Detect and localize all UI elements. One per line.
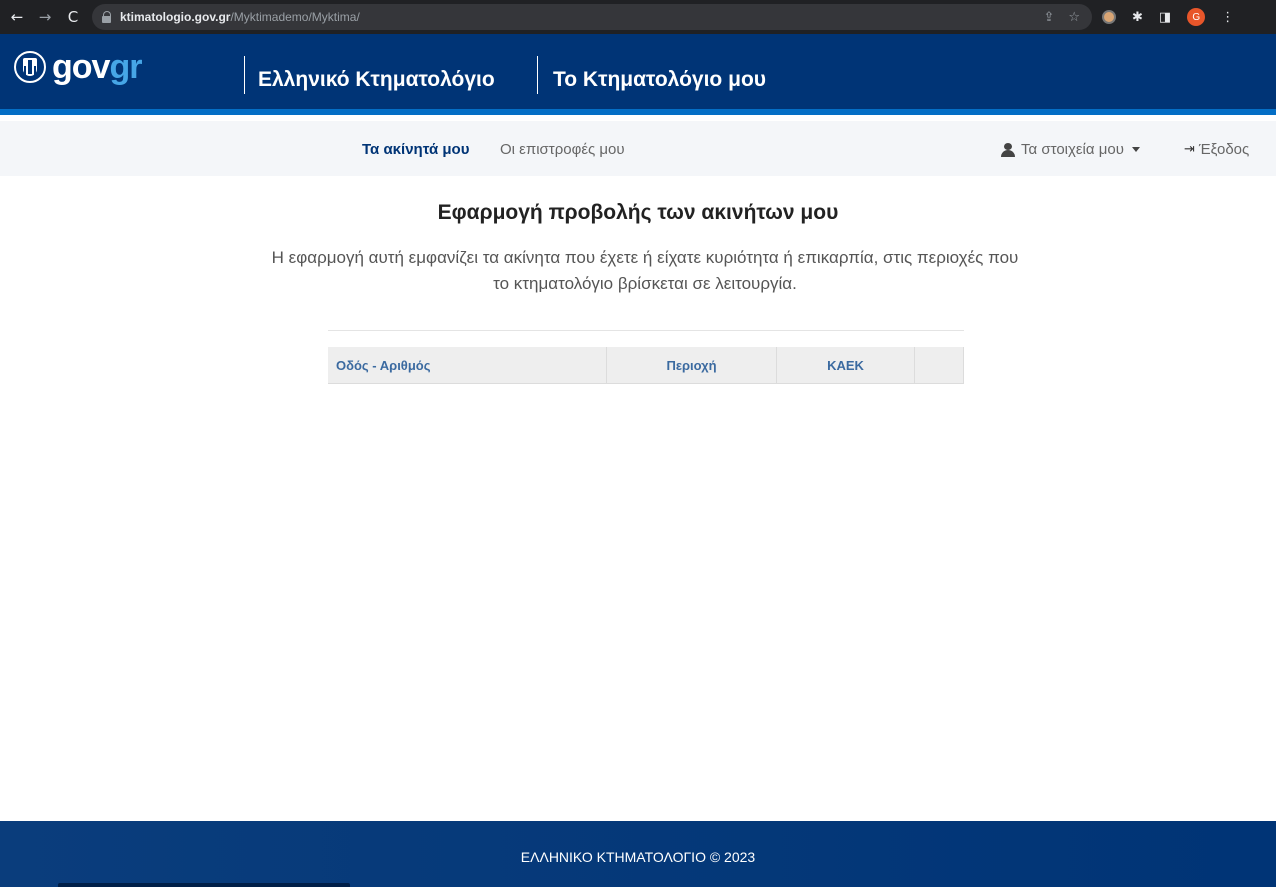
header-divider [537, 56, 538, 94]
url-text[interactable]: ktimatologio.gov.gr/Myktimademo/Myktima/ [120, 10, 360, 24]
logout-link[interactable]: ⇥ Έξοδος [1184, 141, 1249, 158]
intro-text: Η εφαρμογή αυτή εμφανίζει τα ακίνητα που… [271, 248, 1019, 293]
bookmark-star-icon[interactable]: ☆ [1068, 10, 1080, 25]
logout-label: Έξοδος [1198, 141, 1250, 158]
properties-table: Οδός - Αριθμός Περιοχή ΚΑΕΚ [328, 330, 964, 384]
back-arrow-icon: ← [10, 8, 24, 26]
my-details-dropdown[interactable]: Τα στοιχεία μου [1000, 141, 1140, 158]
reload-icon: C [67, 8, 79, 26]
lock-icon[interactable] [102, 11, 112, 23]
site-footer: ΕΛΛΗΝΙΚΟ ΚΤΗΜΑΤΟΛΟΓΙΟ © 2023 [0, 821, 1276, 887]
header-divider [244, 56, 245, 94]
user-icon [1000, 142, 1016, 157]
back-button[interactable]: ← [6, 6, 28, 28]
secondary-nav: Τα ακίνητά μου Οι επιστροφές μου Τα στοι… [0, 121, 1276, 176]
footer-copyright: ΕΛΛΗΝΙΚΟ ΚΤΗΜΑΤΟΛΟΓΙΟ © 2023 [520, 849, 756, 865]
site-title[interactable]: Ελληνικό Κτηματολόγιο [258, 68, 495, 92]
column-header-actions [915, 347, 964, 383]
browser-toolbar: ← → C ktimatologio.gov.gr/Myktimademo/My… [0, 0, 1276, 34]
coat-of-arms-icon [14, 51, 46, 83]
app-title[interactable]: Το Κτηματολόγιο μου [553, 68, 766, 92]
govgr-wordmark: govgr [52, 48, 142, 86]
caret-down-icon [1131, 147, 1140, 152]
browser-menu-icon[interactable]: ⋮ [1221, 10, 1234, 25]
address-bar[interactable]: ktimatologio.gov.gr/Myktimademo/Myktima/… [92, 4, 1092, 30]
table-header-row: Οδός - Αριθμός Περιοχή ΚΑΕΚ [328, 347, 964, 384]
extension-icon[interactable] [1102, 10, 1116, 24]
profile-avatar[interactable]: G [1187, 8, 1206, 26]
tab-my-properties[interactable]: Τα ακίνητά μου [362, 141, 469, 158]
column-header-kaek[interactable]: ΚΑΕΚ [777, 347, 915, 383]
forward-button[interactable]: → [34, 6, 56, 28]
site-header: govgr Ελληνικό Κτηματολόγιο Το Κτηματολό… [0, 34, 1276, 115]
column-header-street[interactable]: Οδός - Αριθμός [328, 347, 607, 383]
side-panel-icon[interactable]: ◨ [1159, 10, 1171, 25]
footer-accent-bar [58, 883, 350, 887]
sign-out-icon: ⇥ [1184, 142, 1195, 157]
my-details-label: Τα στοιχεία μου [1021, 141, 1124, 158]
tab-my-returns[interactable]: Οι επιστροφές μου [500, 141, 625, 158]
govgr-logo[interactable]: govgr [14, 48, 142, 86]
reload-button[interactable]: C [62, 6, 84, 28]
extensions-puzzle-icon[interactable]: ✱ [1132, 10, 1143, 25]
column-header-area[interactable]: Περιοχή [607, 347, 777, 383]
share-icon[interactable]: ⇪ [1043, 10, 1054, 25]
forward-arrow-icon: → [38, 8, 52, 26]
page-title: Εφαρμογή προβολής των ακινήτων μου [437, 201, 839, 224]
